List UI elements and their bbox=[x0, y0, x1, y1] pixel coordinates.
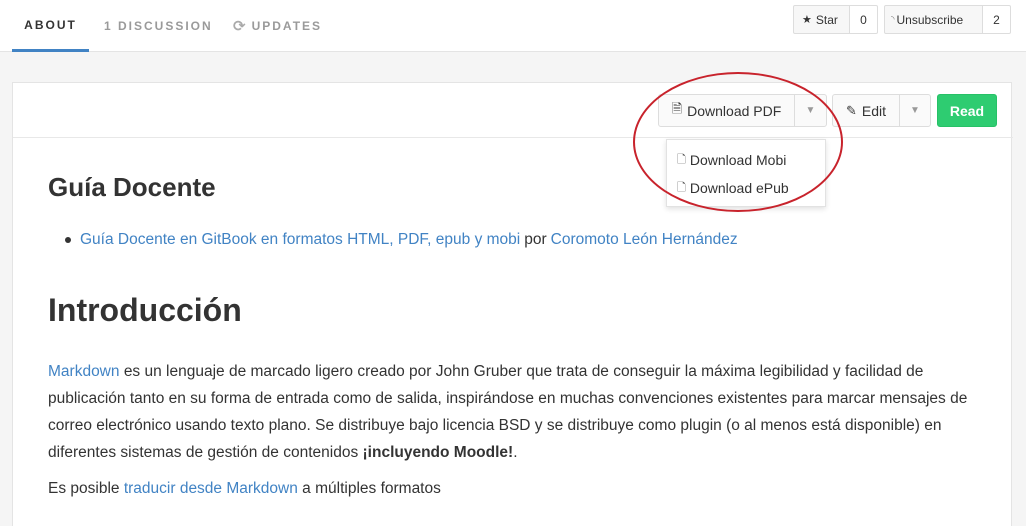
edit-dropdown-toggle[interactable]: ▼ bbox=[899, 94, 931, 127]
formats-paragraph: Es posible traducir desde Markdown a múl… bbox=[48, 480, 441, 498]
tab-updates-label: UPDATES bbox=[251, 19, 323, 33]
edit-button[interactable]: ✎ Edit bbox=[832, 94, 900, 127]
intro-bold-text: ¡incluyendo Moodle! bbox=[362, 444, 514, 461]
star-label: Star bbox=[815, 12, 838, 27]
file-icon: 🗋 bbox=[677, 181, 686, 194]
author-link[interactable]: Coromoto León Hernández bbox=[551, 231, 738, 249]
read-label: Read bbox=[949, 102, 985, 119]
edit-label: Edit bbox=[861, 102, 887, 119]
download-mobi-label: Download Mobi bbox=[689, 152, 787, 168]
rss-icon: ◝ bbox=[891, 14, 895, 24]
tab-about[interactable]: ABOUT bbox=[12, 0, 89, 52]
caret-down-icon: ▼ bbox=[805, 105, 816, 116]
por-text: por bbox=[524, 231, 547, 248]
tab-discussion-label: 1 DISCUSSION bbox=[104, 19, 213, 33]
guia-docente-link[interactable]: Guía Docente en GitBook en formatos HTML… bbox=[80, 231, 520, 249]
traducir-link[interactable]: traducir desde Markdown bbox=[124, 480, 298, 497]
heading-guia-docente: Guía Docente bbox=[48, 172, 216, 202]
pencil-icon: ✎ bbox=[845, 102, 857, 118]
read-button[interactable]: Read bbox=[937, 94, 997, 127]
heading-introduccion: Introducción bbox=[48, 292, 242, 328]
intro-period: . bbox=[513, 444, 518, 461]
list-item: Guía Docente en GitBook en formatos HTML… bbox=[65, 231, 738, 249]
refresh-icon: ⟳ bbox=[233, 18, 246, 35]
download-pdf-label: Download PDF bbox=[687, 102, 782, 119]
download-pdf-button[interactable]: 🗎 Download PDF bbox=[658, 94, 795, 127]
top-nav: ABOUT 1 DISCUSSION ⟳ UPDATES ★ Star 0 ◝ Uns… bbox=[0, 0, 1026, 52]
formats-text-start: Es posible bbox=[48, 480, 120, 497]
file-icon: 🗋 bbox=[677, 153, 686, 166]
tab-updates[interactable]: ⟳ UPDATES bbox=[233, 0, 322, 52]
star-icon: ★ bbox=[802, 14, 812, 26]
pdf-file-icon: 🗎 bbox=[671, 100, 683, 116]
formats-text-end: a múltiples formatos bbox=[302, 480, 441, 497]
intro-paragraph: Markdown es un lenguaje de marcado liger… bbox=[48, 358, 978, 466]
caret-down-icon: ▼ bbox=[910, 105, 920, 116]
unsubscribe-count[interactable]: 2 bbox=[983, 5, 1011, 34]
download-mobi-item[interactable]: 🗋 Download Mobi bbox=[667, 146, 825, 174]
download-epub-item[interactable]: 🗋 Download ePub bbox=[667, 174, 825, 202]
download-epub-label: Download ePub bbox=[689, 180, 789, 196]
download-dropdown-menu: 🗋 Download Mobi 🗋 Download ePub bbox=[666, 139, 826, 207]
star-count[interactable]: 0 bbox=[850, 5, 878, 34]
star-button[interactable]: ★ Star bbox=[793, 5, 850, 34]
markdown-link[interactable]: Markdown bbox=[48, 363, 120, 380]
book-toolbar: 🗎 Download PDF ▼ ✎ Edit ▼ Read bbox=[13, 83, 1013, 138]
tab-about-label: ABOUT bbox=[24, 17, 77, 32]
download-dropdown-toggle[interactable]: ▼ bbox=[794, 94, 827, 127]
bullet-dot bbox=[65, 237, 71, 243]
unsubscribe-label: Unsubscribe bbox=[896, 12, 964, 27]
tab-discussion[interactable]: 1 DISCUSSION bbox=[104, 0, 213, 52]
unsubscribe-button[interactable]: ◝ Unsubscribe bbox=[884, 5, 983, 34]
